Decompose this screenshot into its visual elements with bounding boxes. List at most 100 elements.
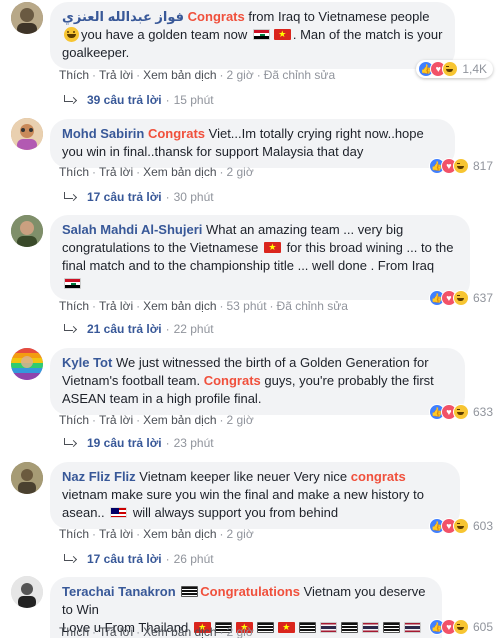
reply-link[interactable]: Trả lời: [99, 299, 133, 313]
haha-reaction-icon: [452, 619, 469, 635]
reply-arrow-icon: [63, 553, 77, 565]
reply-link[interactable]: Trả lời: [99, 68, 133, 82]
translate-link[interactable]: Xem bản dịch: [143, 625, 216, 638]
comment-bubble: فواز عبدالله العنزي Congrats from Iraq t…: [50, 2, 455, 69]
iraq-flag-icon: [252, 29, 270, 40]
translate-link[interactable]: Xem bản dịch: [143, 299, 216, 313]
highlight-word: Congrats: [147, 126, 206, 141]
highlight-word: Congrats: [187, 9, 245, 24]
reaction-summary[interactable]: 👍 ♥ 1,4K: [416, 60, 493, 78]
avatar[interactable]: [11, 118, 43, 150]
replies-row[interactable]: 17 câu trả lời · 30 phút: [63, 190, 214, 204]
reply-link[interactable]: Trả lời: [99, 165, 133, 179]
reply-link[interactable]: Trả lời: [99, 625, 133, 638]
smile-emoji-icon: [64, 27, 79, 42]
comment-time[interactable]: 2 giờ: [227, 68, 254, 82]
replies-row[interactable]: 21 câu trả lời · 22 phút: [63, 322, 214, 336]
replies-row[interactable]: 19 câu trả lời · 23 phút: [63, 436, 214, 450]
avatar[interactable]: [11, 348, 43, 380]
translate-link[interactable]: Xem bản dịch: [143, 527, 216, 541]
haha-reaction-icon: [452, 158, 469, 174]
replies-time: 23 phút: [173, 436, 214, 450]
person-photo-icon: [11, 576, 43, 608]
comment-time[interactable]: 53 phút: [227, 299, 267, 313]
like-link[interactable]: Thích: [59, 527, 89, 541]
reaction-summary[interactable]: 👍 ♥ 605: [428, 619, 493, 635]
haha-reaction-icon: [452, 404, 469, 420]
reaction-summary[interactable]: 👍 ♥ 817: [428, 158, 493, 174]
thailand-flag-icon: [340, 622, 358, 633]
comment-actions: Thích · Trả lời · Xem bản dịch · 2 giờ: [59, 413, 254, 427]
vietnam-flag-icon: [277, 622, 295, 633]
reply-arrow-icon: [63, 94, 77, 106]
reply-arrow-icon: [63, 323, 77, 335]
reply-arrow-icon: [63, 191, 77, 203]
vietnam-flag-icon: [263, 242, 281, 253]
haha-reaction-icon: [442, 61, 459, 77]
comment-bubble: Naz Fliz Fliz Vietnam keeper like neuer …: [50, 462, 460, 529]
comment-actions: Thích · Trả lời · Xem bản dịch · 53 phút · Đã ch…: [59, 299, 348, 313]
comment-time[interactable]: 2 giờ: [227, 527, 254, 541]
comment-author[interactable]: Naz Fliz Fliz: [62, 469, 136, 484]
translate-link[interactable]: Xem bản dịch: [143, 413, 216, 427]
translate-link[interactable]: Xem bản dịch: [143, 68, 216, 82]
reaction-count: 633: [472, 405, 493, 419]
comment-time[interactable]: 2 giờ: [227, 165, 254, 179]
person-photo-icon: [11, 215, 43, 247]
avatar[interactable]: [11, 2, 43, 34]
avatar[interactable]: [11, 215, 43, 247]
replies-row[interactable]: 39 câu trả lời · 15 phút: [63, 93, 214, 107]
comment-author[interactable]: Terachai Tanakron: [62, 584, 176, 599]
person-photo-icon: [11, 118, 43, 150]
replies-count[interactable]: 21 câu trả lời: [87, 322, 162, 336]
thailand-flag-icon: [361, 622, 379, 633]
comment-text: Vietnam keeper like neuer Very nice: [135, 469, 351, 484]
like-link[interactable]: Thích: [59, 68, 89, 82]
haha-reaction-icon: [452, 290, 469, 306]
thailand-flag-icon: [403, 622, 421, 633]
comment-time[interactable]: 2 giờ: [227, 625, 254, 638]
replies-count[interactable]: 19 câu trả lời: [87, 436, 162, 450]
comment-author[interactable]: Mohd Sabirin: [62, 126, 144, 141]
comment-text: from Iraq to Vietnamese people: [244, 9, 430, 24]
reaction-summary[interactable]: 👍 ♥ 633: [428, 404, 493, 420]
reaction-summary[interactable]: 👍 ♥ 603: [428, 518, 493, 534]
like-link[interactable]: Thích: [59, 625, 89, 638]
comment-author[interactable]: Kyle Tot: [62, 355, 112, 370]
comment-actions: Thích · Trả lời · Xem bản dịch · 2 giờ · Đã chỉn…: [59, 68, 336, 82]
comment-bubble: Mohd Sabirin Congrats Viet...Im totally …: [50, 119, 455, 168]
avatar[interactable]: [11, 462, 43, 494]
reaction-count: 1,4K: [462, 62, 487, 76]
reply-link[interactable]: Trả lời: [99, 413, 133, 427]
like-link[interactable]: Thích: [59, 413, 89, 427]
reaction-count: 637: [472, 291, 493, 305]
replies-count[interactable]: 17 câu trả lời: [87, 190, 162, 204]
edited-label[interactable]: Đã chỉnh sửa: [277, 299, 348, 313]
like-link[interactable]: Thích: [59, 299, 89, 313]
reaction-summary[interactable]: 👍 ♥ 637: [428, 290, 493, 306]
replies-count[interactable]: 39 câu trả lời: [87, 93, 162, 107]
replies-time: 15 phút: [173, 93, 214, 107]
comment-text: you have a golden team now: [81, 27, 251, 42]
highlight-word: Congratulations: [200, 584, 300, 599]
avatar[interactable]: [11, 576, 43, 608]
replies-row[interactable]: 17 câu trả lời · 26 phút: [63, 552, 214, 566]
comment-text: will always support you from behind: [129, 505, 339, 520]
replies-count[interactable]: 17 câu trả lời: [87, 552, 162, 566]
edited-label[interactable]: Đã chỉnh sửa: [264, 68, 335, 82]
reply-link[interactable]: Trả lời: [99, 527, 133, 541]
comment-author[interactable]: فواز عبدالله العنزي: [62, 9, 184, 24]
translate-link[interactable]: Xem bản dịch: [143, 165, 216, 179]
comment-bubble: Salah Mahdi Al-Shujeri What an amazing t…: [50, 215, 470, 300]
replies-time: 26 phút: [173, 552, 214, 566]
person-photo-icon: [11, 2, 43, 34]
malaysia-flag-icon: [110, 507, 128, 518]
comment-author[interactable]: Salah Mahdi Al-Shujeri: [62, 222, 202, 237]
reaction-count: 603: [472, 519, 493, 533]
reply-arrow-icon: [63, 437, 77, 449]
person-photo-icon: [11, 462, 43, 494]
comment-time[interactable]: 2 giờ: [227, 413, 254, 427]
comment-actions: Thích · Trả lời · Xem bản dịch · 2 giờ: [59, 527, 254, 541]
like-link[interactable]: Thích: [59, 165, 89, 179]
replies-time: 30 phút: [173, 190, 214, 204]
